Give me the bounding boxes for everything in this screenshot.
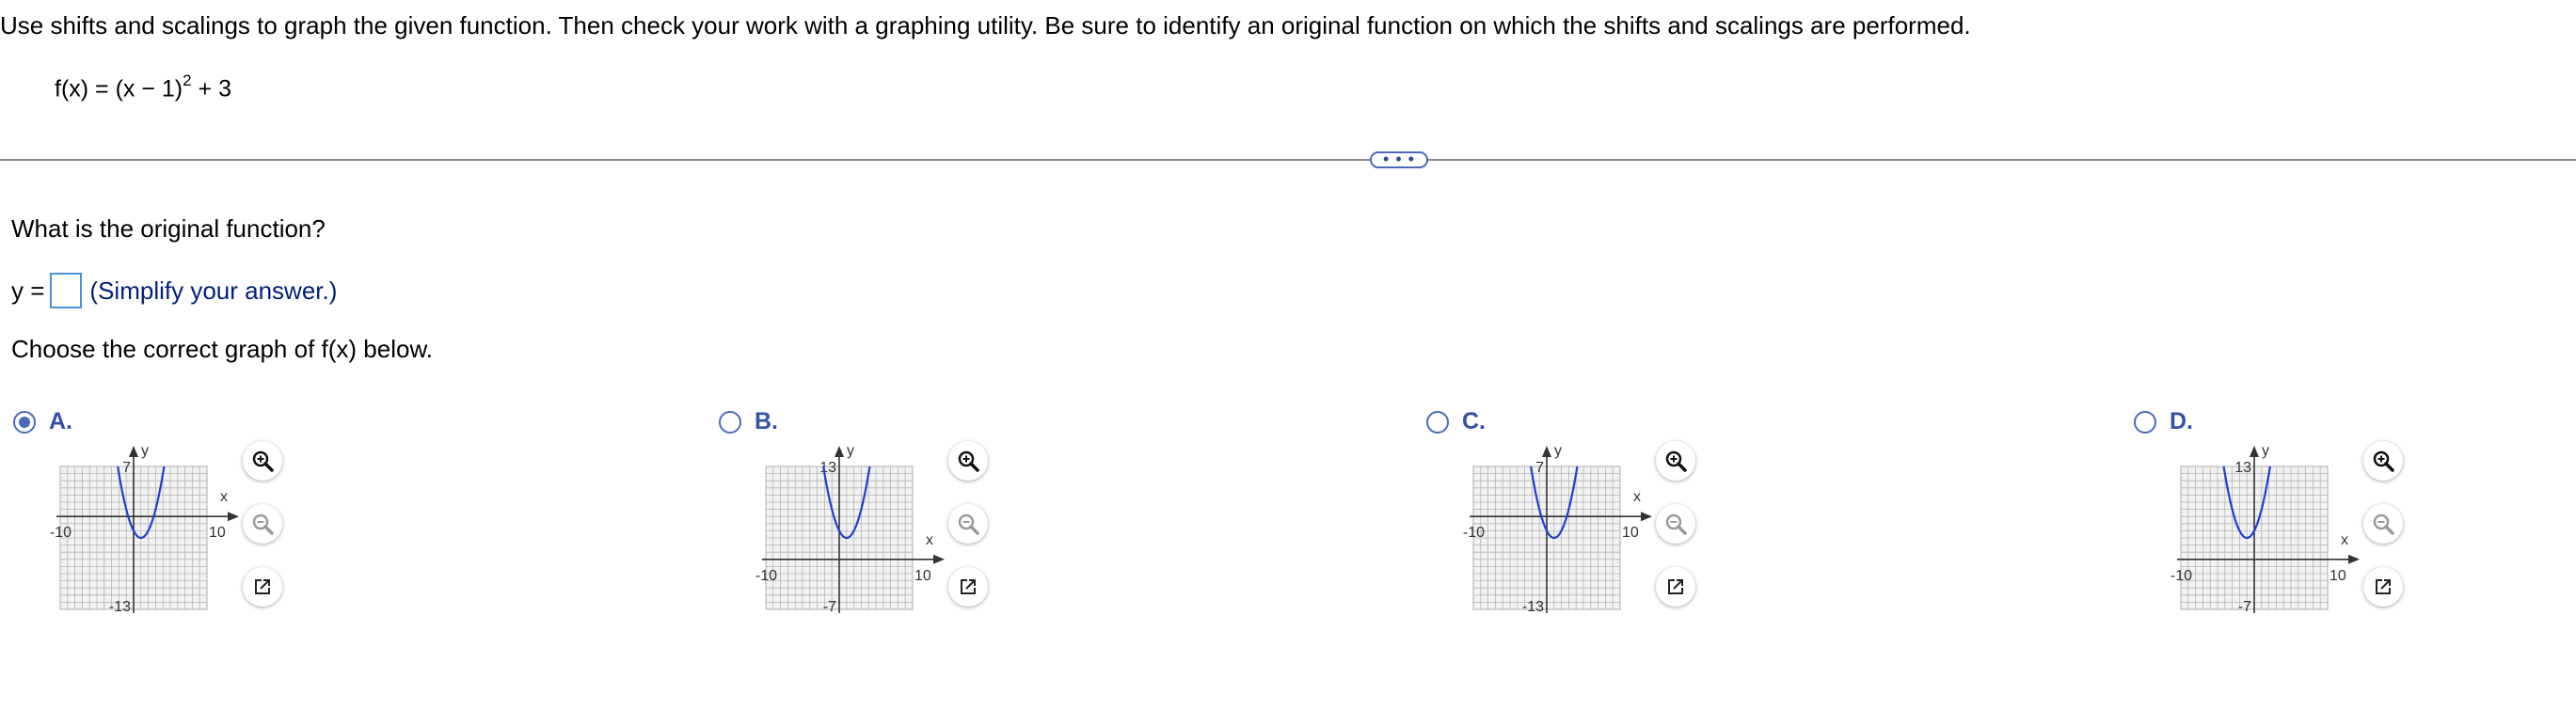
instructions-text: Use shifts and scalings to graph the giv… (0, 11, 1971, 39)
x-max-tick-label: 10 (1622, 525, 1639, 541)
function-rhs: + 3 (191, 75, 232, 103)
answer-input[interactable] (50, 273, 83, 308)
y-min-tick-label: -7 (2238, 599, 2251, 615)
zoom-in-icon (2373, 450, 2394, 472)
choice-c[interactable]: C. (1426, 408, 1486, 435)
y-min-tick-label: -13 (109, 599, 131, 615)
open-in-new-window-icon (961, 579, 976, 594)
x-min-tick-label: -10 (755, 568, 777, 584)
function-exponent: 2 (183, 71, 192, 89)
x-min-tick-label: -10 (2171, 568, 2192, 584)
open-in-new-window-icon (255, 579, 270, 594)
choice-label: B. (755, 408, 778, 434)
x-axis-label: x (220, 489, 228, 505)
y-min-tick-label: -13 (1522, 599, 1544, 615)
x-axis-label: x (2341, 532, 2348, 548)
y-max-tick-label: 13 (2234, 460, 2251, 476)
zoom-in-icon (252, 450, 274, 472)
y-axis-label: y (1554, 443, 1562, 459)
open-in-new-window-icon (1668, 579, 1683, 594)
open-in-new-window-button[interactable] (948, 567, 988, 607)
choice-label: A. (49, 408, 72, 434)
x-axis-label: x (926, 532, 933, 548)
open-in-new-window-icon (2376, 579, 2391, 594)
radio-button[interactable] (2134, 410, 2156, 434)
question-text: What is the original function? (11, 214, 326, 243)
y-axis-arrow (2250, 446, 2259, 457)
radio-button[interactable] (1426, 410, 1449, 434)
y-axis-label: y (141, 443, 149, 459)
x-axis-arrow (933, 554, 945, 564)
x-axis-arrow (1641, 512, 1652, 522)
answer-row: y = (Simplify your answer.) (11, 273, 337, 308)
zoom-out-button[interactable] (2363, 504, 2403, 544)
y-max-tick-label: 7 (1535, 460, 1544, 476)
zoom-out-icon (958, 513, 979, 535)
y-axis-label: y (847, 443, 854, 459)
x-axis-label: x (1633, 489, 1641, 505)
choose-graph-text: Choose the correct graph of f(x) below. (11, 335, 434, 363)
choice-label: D. (2170, 408, 2193, 434)
graph-b: 13 -7 -10 10 x y (755, 443, 945, 615)
zoom-out-icon (1665, 513, 1687, 535)
zoom-in-icon (958, 450, 979, 472)
x-axis-arrow (2348, 554, 2360, 564)
choice-label: C. (1462, 408, 1486, 434)
x-max-tick-label: 10 (914, 568, 931, 584)
zoom-in-button[interactable] (948, 441, 988, 481)
x-max-tick-label: 10 (209, 525, 226, 541)
x-min-tick-label: -10 (1463, 525, 1485, 541)
open-in-new-window-button[interactable] (243, 567, 282, 607)
y-max-tick-label: 13 (819, 460, 836, 476)
answer-prefix: y = (11, 276, 45, 305)
y-axis-arrow (835, 446, 844, 457)
y-axis-arrow (129, 446, 138, 457)
zoom-in-icon (1665, 450, 1687, 472)
x-min-tick-label: -10 (50, 525, 72, 541)
zoom-out-button[interactable] (243, 504, 282, 544)
radio-button[interactable] (13, 410, 36, 434)
choice-b[interactable]: B. (719, 408, 778, 435)
y-max-tick-label: 7 (122, 460, 131, 476)
y-axis-arrow (1542, 446, 1551, 457)
zoom-in-button[interactable] (243, 441, 282, 481)
zoom-in-button[interactable] (1656, 441, 1695, 481)
zoom-out-button[interactable] (948, 504, 988, 544)
section-divider (0, 159, 2576, 161)
expand-more-button[interactable]: • • • (1370, 150, 1428, 168)
x-axis-arrow (228, 512, 239, 522)
radio-button[interactable] (719, 410, 741, 434)
zoom-out-icon (2373, 513, 2394, 535)
graph-d: 13 -7 -10 10 x y (2171, 443, 2360, 615)
graph-a: 7 -13 -10 10 x y (50, 443, 239, 615)
zoom-out-button[interactable] (1656, 504, 1695, 544)
radio-selected-dot (19, 416, 30, 428)
zoom-out-icon (252, 513, 274, 535)
y-min-tick-label: -7 (823, 599, 836, 615)
given-function: f(x) = (x − 1)2 + 3 (55, 71, 232, 103)
open-in-new-window-button[interactable] (1656, 567, 1695, 607)
zoom-in-button[interactable] (2363, 441, 2403, 481)
x-max-tick-label: 10 (2330, 568, 2346, 584)
open-in-new-window-button[interactable] (2363, 567, 2403, 607)
function-lhs: f(x) = (x − 1) (55, 75, 183, 103)
y-axis-label: y (2262, 443, 2269, 459)
choice-a[interactable]: A. (13, 408, 72, 435)
choice-d[interactable]: D. (2134, 408, 2193, 435)
graph-c: 7 -13 -10 10 x y (1463, 443, 1652, 615)
answer-hint: (Simplify your answer.) (89, 276, 338, 305)
